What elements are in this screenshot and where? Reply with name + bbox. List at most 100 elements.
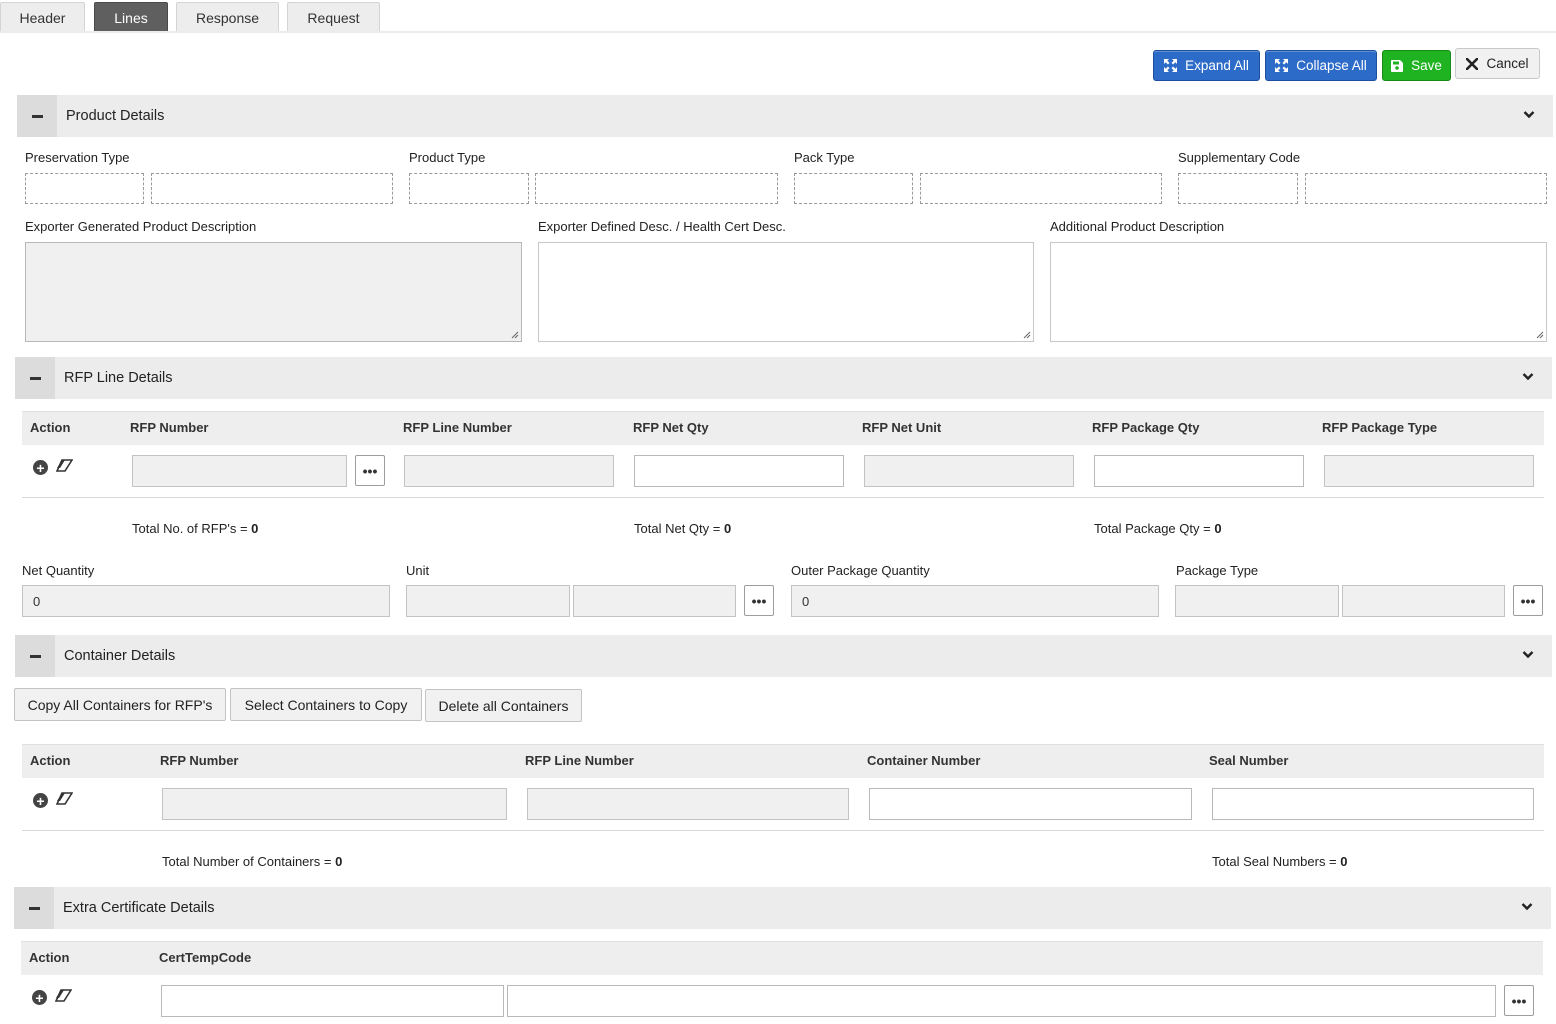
save-label: Save	[1411, 58, 1442, 73]
preservation-type-code[interactable]	[25, 173, 144, 204]
tab-header[interactable]: Header	[0, 2, 85, 32]
total-rfps-value: 0	[251, 521, 259, 536]
add-row-icon[interactable]: +	[33, 460, 48, 475]
pack-type-desc[interactable]	[920, 173, 1162, 204]
copy-all-containers-button[interactable]: Copy All Containers for RFP's	[14, 688, 226, 721]
outer-package-quantity-input[interactable]: 0	[791, 585, 1159, 617]
chevron-down-icon[interactable]	[1522, 650, 1534, 660]
additional-desc-textarea[interactable]	[1050, 242, 1547, 342]
exporter-defined-desc-textarea[interactable]	[538, 242, 1034, 342]
cert-temp-code-lookup-button[interactable]: •••	[1504, 985, 1534, 1016]
unit-lookup-button[interactable]: •••	[744, 585, 774, 616]
cert-temp-code-input[interactable]	[161, 985, 504, 1017]
total-seals: Total Seal Numbers = 0	[1212, 854, 1348, 869]
chevron-down-icon[interactable]	[1522, 372, 1534, 382]
package-type-lookup-button[interactable]: •••	[1513, 585, 1543, 616]
rfp-net-qty-input[interactable]	[634, 455, 844, 487]
total-net-qty-value: 0	[723, 521, 732, 536]
eraser-icon[interactable]	[55, 989, 72, 1003]
product-type-desc[interactable]	[535, 173, 778, 204]
chevron-down-icon[interactable]	[1523, 110, 1535, 120]
total-seals-label: Total Seal Numbers =	[1212, 854, 1341, 869]
cancel-button[interactable]: Cancel	[1455, 48, 1540, 79]
eraser-icon[interactable]	[56, 792, 73, 806]
rfp-net-unit-input[interactable]	[864, 455, 1074, 487]
delete-all-containers-button[interactable]: Delete all Containers	[425, 689, 582, 722]
package-type-desc-input[interactable]	[1342, 585, 1505, 617]
supplementary-code-desc[interactable]	[1305, 173, 1547, 204]
column-header-rfp-number: RFP Number	[160, 753, 239, 768]
column-header-action: Action	[30, 753, 71, 768]
unit-desc-input[interactable]	[573, 585, 736, 617]
tab-request[interactable]: Request	[287, 2, 380, 32]
supplementary-code-label: Supplementary Code	[1178, 150, 1301, 165]
resize-grip-icon[interactable]	[1536, 331, 1544, 339]
minus-icon	[29, 654, 41, 658]
rfp-package-type-input[interactable]	[1324, 455, 1534, 487]
ellipsis-icon: •••	[1511, 992, 1527, 1009]
total-containers: Total Number of Containers = 0	[162, 854, 342, 869]
section-title: Product Details	[66, 108, 165, 124]
package-type-code-input[interactable]	[1175, 585, 1339, 617]
save-button[interactable]: Save	[1382, 50, 1451, 81]
collapse-all-button[interactable]: Collapse All	[1265, 50, 1377, 81]
section-title: Extra Certificate Details	[63, 900, 215, 916]
cancel-label: Cancel	[1486, 56, 1529, 71]
container-number-input[interactable]	[869, 788, 1192, 820]
net-quantity-input[interactable]: 0	[22, 585, 390, 617]
add-row-icon[interactable]: +	[33, 793, 48, 808]
total-seals-value: 0	[1340, 854, 1348, 869]
total-containers-value: 0	[335, 854, 343, 869]
rfp-package-qty-input[interactable]	[1094, 455, 1304, 487]
collapse-icon	[1275, 59, 1289, 72]
tab-label: Request	[307, 9, 360, 26]
total-rfps-label: Total No. of RFP's =	[132, 521, 252, 536]
column-header-rfp-net-qty: RFP Net Qty	[633, 420, 709, 435]
column-header-rfp-line-number: RFP Line Number	[525, 753, 634, 768]
section-toggle[interactable]	[15, 357, 55, 399]
tab-response[interactable]: Response	[176, 2, 279, 32]
ellipsis-icon: •••	[1520, 592, 1536, 609]
resize-grip-icon[interactable]	[511, 331, 519, 339]
rfp-number-lookup-button[interactable]: •••	[355, 455, 385, 486]
add-row-icon[interactable]: +	[32, 990, 47, 1005]
section-toggle[interactable]	[14, 887, 54, 929]
cert-temp-desc-input[interactable]	[507, 985, 1496, 1017]
rfp-line-number-input[interactable]	[404, 455, 614, 487]
section-extra-certificate-details: Extra Certificate Details	[14, 887, 1551, 929]
chevron-down-icon[interactable]	[1521, 902, 1533, 912]
ellipsis-icon: •••	[362, 462, 378, 479]
expand-all-label: Expand All	[1185, 58, 1249, 73]
section-product-details: Product Details	[17, 95, 1553, 137]
exporter-generated-desc-label: Exporter Generated Product Description	[25, 219, 257, 234]
eraser-icon[interactable]	[56, 459, 73, 473]
rfp-number-input[interactable]	[132, 455, 347, 487]
floppy-icon	[1391, 59, 1404, 72]
product-type-code[interactable]	[409, 173, 529, 204]
expand-all-button[interactable]: Expand All	[1153, 50, 1260, 81]
section-title: Container Details	[64, 648, 176, 664]
package-type-label: Package Type	[1176, 563, 1259, 578]
minus-icon	[28, 906, 40, 910]
column-header-rfp-package-type: RFP Package Type	[1322, 420, 1438, 435]
total-net-qty: Total Net Qty = 0	[634, 521, 731, 536]
select-containers-to-copy-button[interactable]: Select Containers to Copy	[230, 688, 422, 721]
preservation-type-label: Preservation Type	[25, 150, 130, 165]
total-rfps: Total No. of RFP's = 0	[132, 521, 258, 536]
container-rfp-line-number-input[interactable]	[527, 788, 849, 820]
section-title: RFP Line Details	[64, 370, 173, 386]
pack-type-code[interactable]	[794, 173, 913, 204]
tab-lines[interactable]: Lines	[94, 2, 168, 32]
section-toggle[interactable]	[17, 95, 57, 137]
preservation-type-desc[interactable]	[151, 173, 393, 204]
container-rfp-number-input[interactable]	[162, 788, 507, 820]
seal-number-input[interactable]	[1212, 788, 1534, 820]
close-icon	[1466, 57, 1479, 70]
exporter-generated-desc-textarea[interactable]	[25, 242, 522, 342]
unit-code-input[interactable]	[406, 585, 570, 617]
section-toggle[interactable]	[15, 635, 55, 677]
supplementary-code-code[interactable]	[1178, 173, 1298, 204]
total-package-qty-label: Total Package Qty =	[1094, 521, 1215, 536]
resize-grip-icon[interactable]	[1023, 331, 1031, 339]
section-container-details: Container Details	[15, 635, 1552, 677]
